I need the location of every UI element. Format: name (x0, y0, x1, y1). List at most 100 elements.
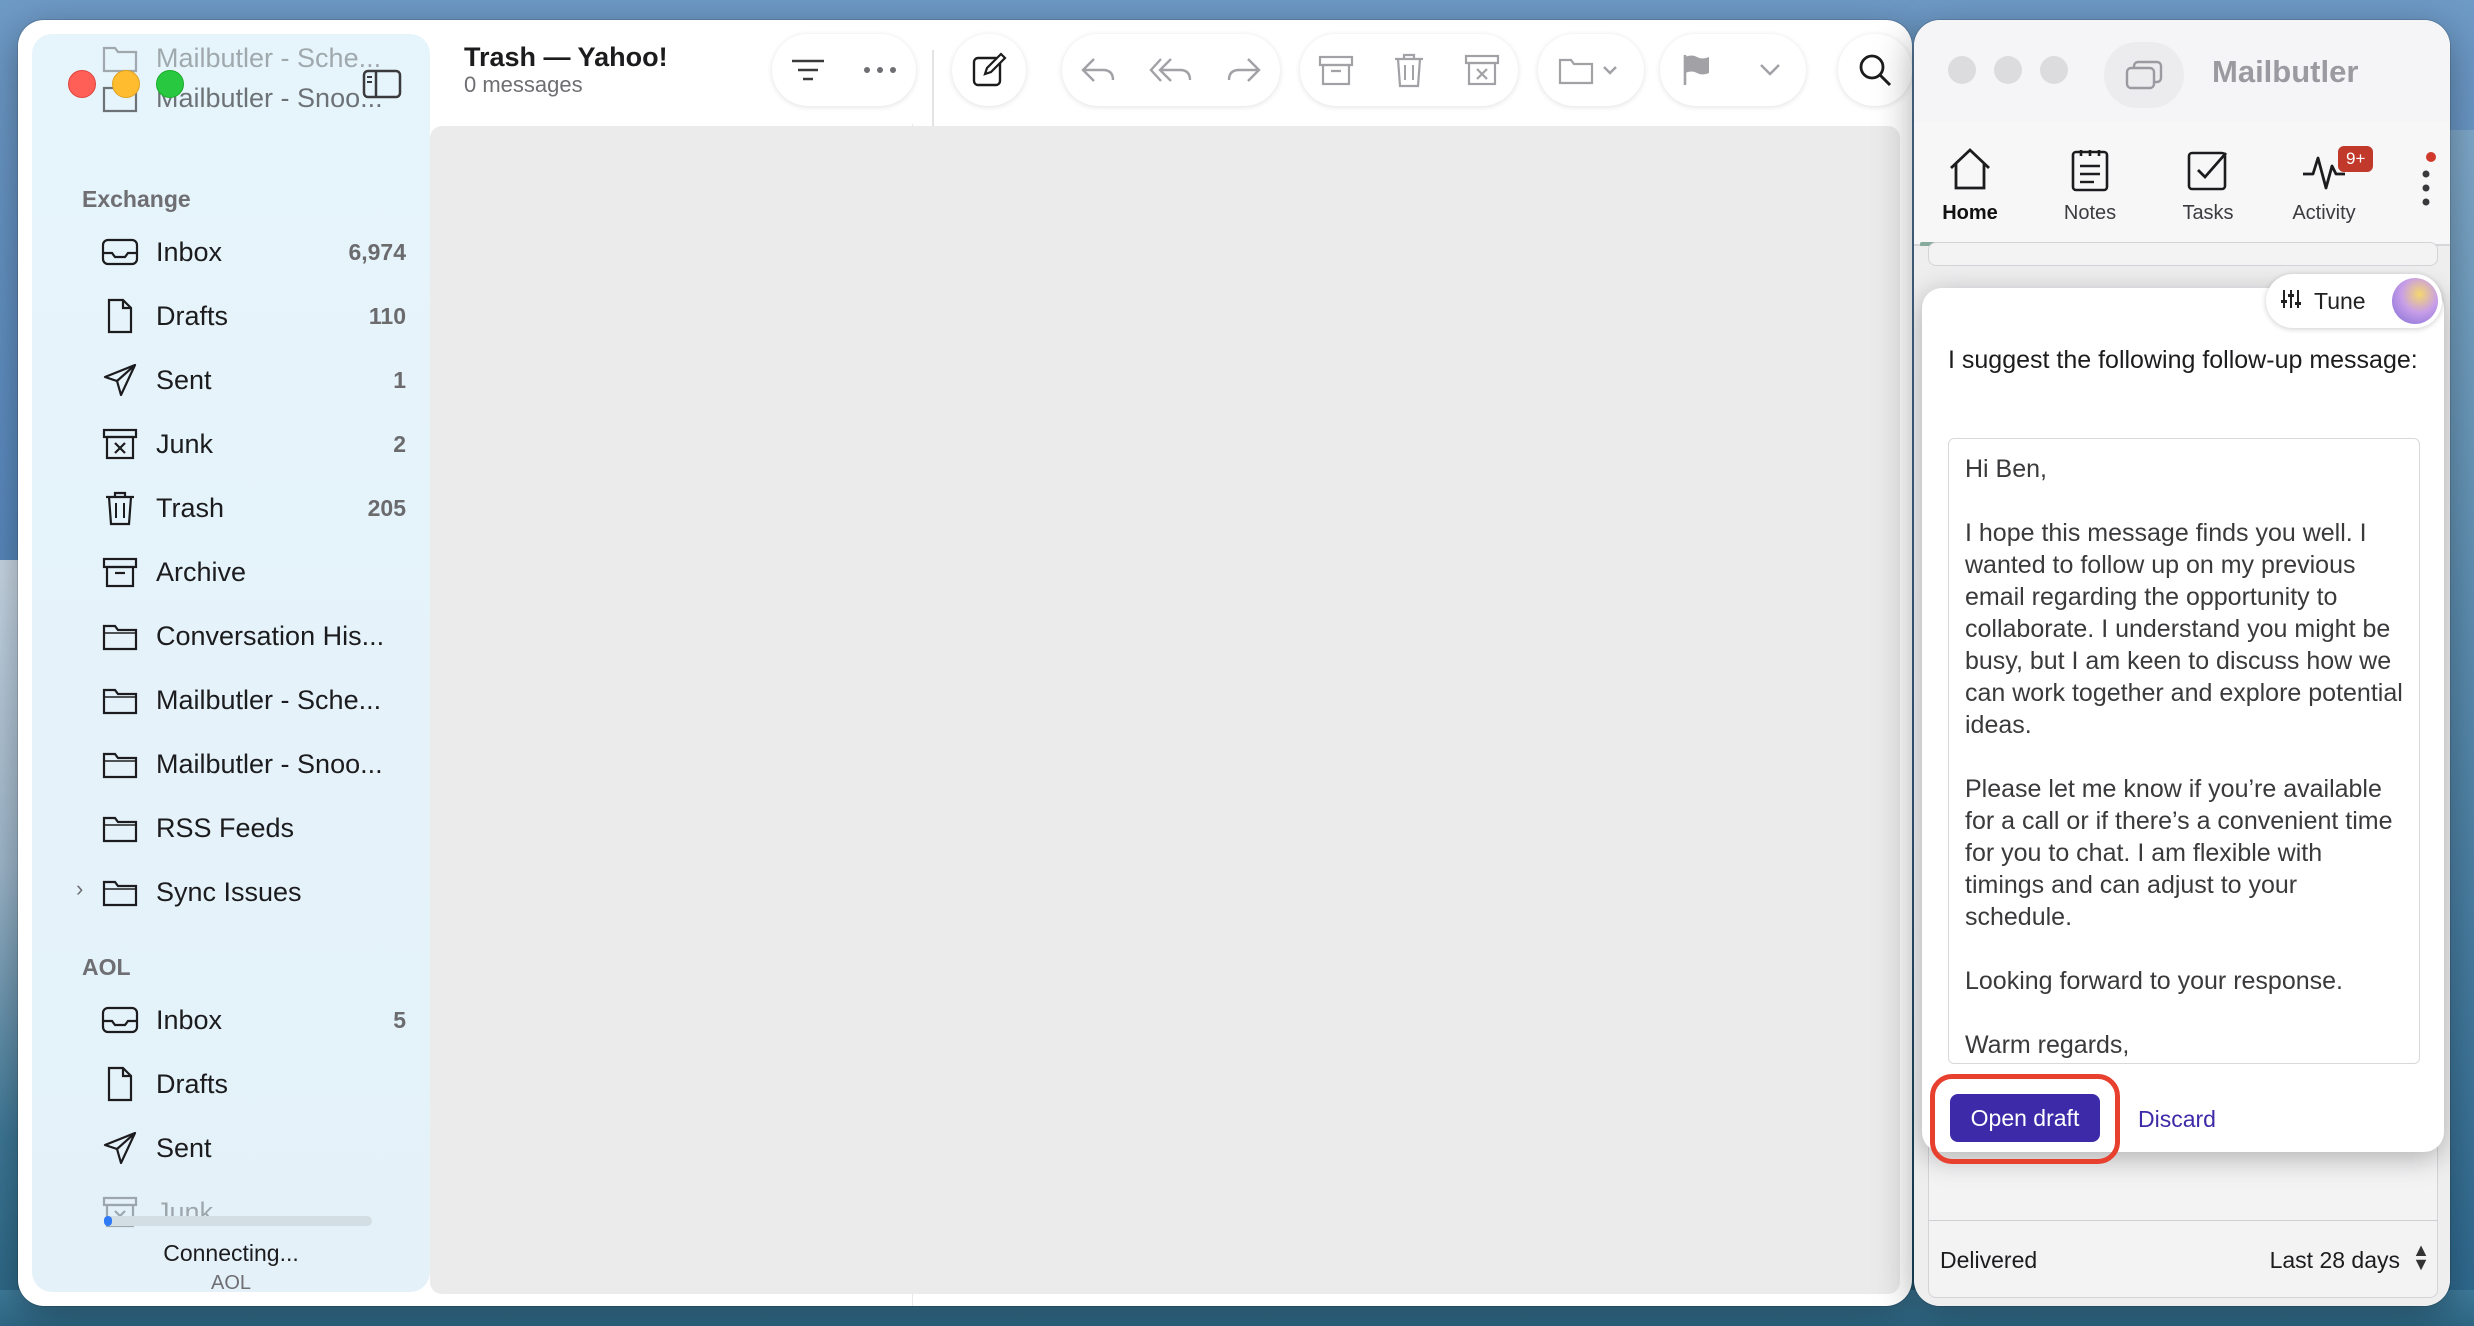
suggestion-intro: I suggest the following follow-up messag… (1948, 346, 2418, 374)
trash-icon[interactable] (1387, 48, 1431, 92)
inbox-icon (100, 232, 140, 272)
compose-group (952, 34, 1026, 106)
minimize-window-button[interactable] (112, 70, 140, 98)
tab-label: Tasks (2182, 202, 2234, 224)
item-count: 205 (367, 494, 406, 521)
tab-tasks[interactable]: Tasks (2158, 122, 2258, 246)
reply-all-icon[interactable] (1149, 48, 1193, 92)
document-icon (100, 1064, 140, 1104)
mail-sidebar: Mailbutler - Sche... Mailbutler - Snoo..… (32, 34, 430, 1292)
sidebar-item-exchange-mailbutler-scheduled[interactable]: Mailbutler - Sche... (100, 672, 420, 728)
unread-count: 6,974 (348, 238, 406, 265)
open-draft-button[interactable]: Open draft (1950, 1094, 2100, 1142)
more-actions-icon[interactable] (858, 48, 902, 92)
sidebar-item-label: Trash (156, 492, 225, 523)
item-count: 2 (393, 430, 406, 457)
archive-icon[interactable] (1314, 48, 1358, 92)
folder-icon (100, 872, 140, 912)
close-window-button[interactable] (1948, 56, 1976, 84)
zoom-window-button[interactable] (156, 70, 184, 98)
tab-notes[interactable]: Notes (2040, 122, 2140, 246)
mailbox-title: Trash — Yahoo! (464, 42, 668, 72)
sidebar-item-label: Conversation His... (156, 620, 385, 651)
item-count: 1 (393, 366, 406, 393)
mailbutler-titlebar: Mailbutler (1914, 20, 2450, 122)
sidebar-item-label: Drafts (156, 300, 229, 331)
sidebar-item-label: Sync Issues (156, 876, 302, 907)
move-folder-icon[interactable] (1556, 48, 1626, 92)
filter-icon[interactable] (786, 48, 830, 92)
junk-icon (100, 1192, 140, 1232)
folder-icon (100, 744, 140, 784)
forward-icon[interactable] (1222, 48, 1266, 92)
mailbutler-tab-bar: Home Notes Tasks Activity 9+ (1914, 122, 2450, 247)
sidebar-item-exchange-archive[interactable]: Archive (100, 544, 420, 600)
flag-icon[interactable] (1675, 48, 1719, 92)
sidebar-item-exchange-drafts[interactable]: Drafts 110 (100, 288, 420, 344)
more-options-icon[interactable] (2414, 168, 2438, 208)
sidebar-item-exchange-conversation-history[interactable]: Conversation His... (100, 608, 420, 664)
junk-icon (100, 424, 140, 464)
sidebar-item-label: Inbox (156, 236, 223, 267)
draft-message-box[interactable]: Hi Ben, I hope this message finds you we… (1948, 438, 2420, 1064)
chevron-down-icon[interactable] (1748, 48, 1792, 92)
message-count: 0 messages (464, 72, 583, 97)
window-controls (68, 70, 184, 98)
search-icon[interactable] (1853, 48, 1897, 92)
activity-badge: 9+ (2338, 146, 2374, 172)
mailbutler-title: Mailbutler (2212, 54, 2359, 89)
sync-progress-fill (104, 1216, 113, 1226)
background-card (1928, 242, 2438, 266)
reply-group (1062, 34, 1280, 106)
window-controls (1948, 56, 2068, 84)
message-list-empty (430, 126, 1900, 1294)
windows-icon[interactable] (2104, 42, 2184, 108)
sidebar-item-aol-drafts[interactable]: Drafts (100, 1056, 420, 1112)
sidebar-item-label: Mailbutler - Snoo... (156, 748, 383, 779)
mailbutler-footer: Delivered Last 28 days ▲ ▼ (1928, 1220, 2438, 1294)
date-range-select[interactable]: Last 28 days (2270, 1247, 2400, 1274)
sidebar-toggle-icon[interactable] (362, 68, 402, 100)
sidebar-item-label: Drafts (156, 1068, 229, 1099)
updown-chevron-icon[interactable]: ▲ ▼ (2412, 1241, 2430, 1273)
mail-window: Mailbutler - Sche... Mailbutler - Snoo..… (18, 20, 1912, 1306)
sidebar-item-exchange-rss-feeds[interactable]: RSS Feeds (100, 800, 420, 856)
close-window-button[interactable] (68, 70, 96, 98)
filter-group (772, 34, 916, 106)
sidebar-item-aol-inbox[interactable]: Inbox 5 (100, 992, 420, 1048)
sidebar-item-exchange-junk[interactable]: Junk 2 (100, 416, 420, 472)
sidebar-item-label: Junk (156, 428, 214, 459)
ai-assistant-avatar (2392, 278, 2438, 324)
zoom-window-button[interactable] (2040, 56, 2068, 84)
archive-icon (100, 552, 140, 592)
reply-icon[interactable] (1076, 48, 1120, 92)
sidebar-item-label: Inbox (156, 1004, 223, 1035)
tab-home[interactable]: Home (1920, 122, 2020, 246)
sidebar-item-aol-sent[interactable]: Sent (100, 1120, 420, 1176)
sidebar-item-aol-junk[interactable]: Junk (100, 1184, 420, 1240)
junk-icon[interactable] (1460, 48, 1504, 92)
sliders-icon (2280, 288, 2302, 315)
sidebar-item-exchange-sent[interactable]: Sent 1 (100, 352, 420, 408)
footer-status: Delivered (1940, 1247, 2038, 1273)
move-group (1538, 34, 1644, 106)
tab-activity[interactable]: Activity 9+ (2274, 122, 2374, 246)
chevron-right-icon[interactable]: › (76, 876, 83, 902)
sidebar-item-exchange-sync-issues[interactable]: Sync Issues (100, 864, 420, 920)
unread-count: 5 (393, 1006, 406, 1033)
sidebar-item-exchange-mailbutler-snoozed[interactable]: Mailbutler - Snoo... (100, 736, 420, 792)
minimize-window-button[interactable] (1994, 56, 2022, 84)
folder-icon (100, 680, 140, 720)
sidebar-item-exchange-inbox[interactable]: Inbox 6,974 (100, 224, 420, 280)
trash-icon (100, 488, 140, 528)
sidebar-item-exchange-trash[interactable]: Trash 205 (100, 480, 420, 536)
archive-delete-group (1300, 34, 1518, 106)
discard-link[interactable]: Discard (2138, 1106, 2216, 1133)
sidebar-section-exchange: Exchange (82, 186, 191, 212)
tune-button[interactable]: Tune (2266, 274, 2442, 328)
compose-icon[interactable] (967, 48, 1011, 92)
draft-message-text: Hi Ben, I hope this message finds you we… (1965, 455, 2403, 1059)
sync-status-text: Connecting... (163, 1240, 299, 1266)
sidebar-section-aol: AOL (82, 954, 131, 980)
paper-plane-icon (100, 360, 140, 400)
